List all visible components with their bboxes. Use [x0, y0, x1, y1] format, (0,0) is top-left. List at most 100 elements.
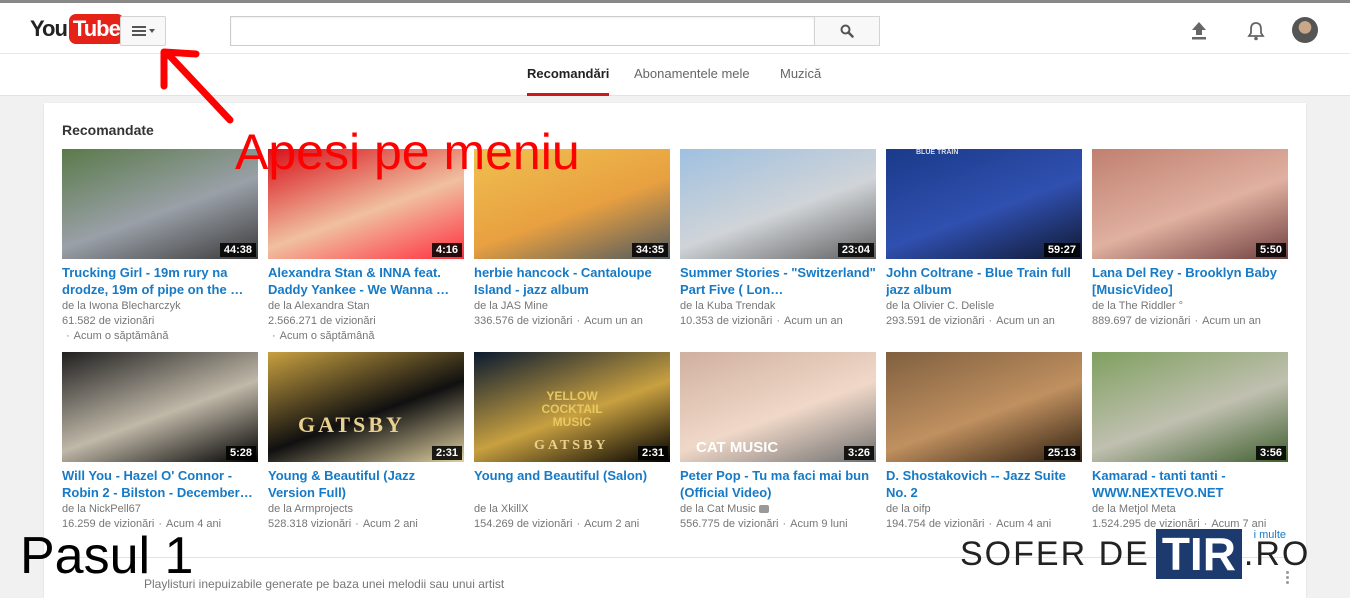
- video-title-link[interactable]: John Coltrane - Blue Train full jazz alb…: [886, 264, 1082, 298]
- video-title-link[interactable]: Summer Stories - "Switzerland" Part Five…: [680, 264, 876, 298]
- video-age: Acum 9 luni: [790, 518, 848, 530]
- thumbnail-overlay-text: GATSBY: [298, 412, 405, 437]
- video-thumbnail[interactable]: 25:13: [886, 352, 1082, 462]
- video-thumbnail[interactable]: 2:31 GATSBY: [268, 352, 464, 462]
- video-channel[interactable]: de la NickPell67: [62, 502, 258, 517]
- video-tile[interactable]: 5:50 Lana Del Rey - Brooklyn Baby [MusicV…: [1092, 149, 1288, 329]
- video-title-link[interactable]: Will You - Hazel O' Connor - Robin 2 - B…: [62, 467, 258, 501]
- video-channel-name[interactable]: de la NickPell67: [62, 503, 141, 515]
- meta-separator: ·: [576, 518, 581, 530]
- video-tile[interactable]: 44:38 Trucking Girl - 19m rury na drodze,…: [62, 149, 258, 344]
- search-button[interactable]: [814, 16, 880, 46]
- video-duration: 44:38: [219, 243, 256, 257]
- video-age: Acum 2 ani: [362, 518, 418, 530]
- video-meta-line2: · Acum o săptămână: [62, 329, 258, 344]
- step-annotation: Pasul 1: [20, 527, 194, 585]
- video-channel-name[interactable]: de la Olivier C. Delisle: [886, 300, 994, 312]
- video-views: 293.591 de vizionări: [886, 315, 985, 327]
- video-thumbnail[interactable]: 3:56: [1092, 352, 1288, 462]
- video-age: Acum un an: [784, 315, 843, 327]
- video-channel-name[interactable]: de la Kuba Trendak: [680, 300, 775, 312]
- video-channel[interactable]: de la Olivier C. Delisle: [886, 299, 1082, 314]
- video-channel-name[interactable]: de la Iwona Blecharczyk: [62, 300, 181, 312]
- hamburger-icon: [131, 26, 146, 36]
- video-thumbnail[interactable]: 2:31 YELLOW COCKTAIL MUSIC GATSBY: [474, 352, 670, 462]
- video-thumbnail[interactable]: 23:04: [680, 149, 876, 259]
- video-age: Acum o săptămână: [73, 330, 169, 342]
- video-meta: 10.353 de vizionări · Acum un an: [680, 314, 876, 329]
- video-channel-name[interactable]: de la Alexandra Stan: [268, 300, 370, 312]
- video-views: 10.353 de vizionări: [680, 315, 773, 327]
- video-title-link[interactable]: D. Shostakovich -- Jazz Suite No. 2: [886, 467, 1082, 501]
- video-title-link[interactable]: Lana Del Rey - Brooklyn Baby [MusicVideo…: [1092, 264, 1288, 298]
- video-channel[interactable]: de la Kuba Trendak: [680, 299, 876, 314]
- video-channel[interactable]: de la Iwona Blecharczyk: [62, 299, 258, 314]
- video-meta-line2: · Acum o săptămână: [268, 329, 464, 344]
- video-tile[interactable]: 25:13 D. Shostakovich -- Jazz Suite No. 2…: [886, 352, 1082, 532]
- video-age: Acum o săptămână: [279, 330, 375, 342]
- video-views: 2.566.271 de vizionări: [268, 315, 376, 327]
- upload-button[interactable]: [1186, 18, 1212, 44]
- video-channel[interactable]: de la Alexandra Stan: [268, 299, 464, 314]
- video-title-link[interactable]: Peter Pop - Tu ma faci mai bun (Official…: [680, 467, 876, 501]
- watermark-box-text: TIR: [1155, 529, 1242, 579]
- video-meta: 556.775 de vizionări · Acum 9 luni: [680, 517, 876, 532]
- video-thumbnail[interactable]: 3:26 CAT MUSIC: [680, 352, 876, 462]
- video-channel[interactable]: de la Armprojects: [268, 502, 464, 517]
- video-channel-name[interactable]: de la Metjol Meta: [1092, 503, 1176, 515]
- video-meta: 61.582 de vizionări: [62, 314, 258, 329]
- next-shelf-description: Playlisturi inepuizabile generate pe baz…: [144, 577, 505, 591]
- video-channel-name[interactable]: de la Armprojects: [268, 503, 353, 515]
- video-thumbnail[interactable]: 59:27 BLUE TRAIN: [886, 149, 1082, 259]
- video-tile[interactable]: 3:56 Kamarad - tanti tanti - WWW.NEXTEVO.…: [1092, 352, 1288, 532]
- video-channel-name[interactable]: de la XkillX: [474, 503, 528, 515]
- video-title-link[interactable]: herbie hancock - Cantaloupe Island - jaz…: [474, 264, 670, 298]
- tab-music[interactable]: Muzică: [780, 54, 821, 96]
- video-views: 154.269 de vizionări: [474, 518, 573, 530]
- section-title: Recomandate: [62, 122, 154, 138]
- video-thumbnail[interactable]: 5:28: [62, 352, 258, 462]
- logo-you-text: You: [30, 16, 68, 41]
- video-thumbnail[interactable]: 44:38: [62, 149, 258, 259]
- meta-separator: ·: [66, 330, 70, 342]
- video-tile[interactable]: 2:31 YELLOW COCKTAIL MUSIC GATSBY Young and…: [474, 352, 670, 532]
- video-duration: 2:31: [431, 446, 462, 460]
- recommended-shelf: Recomandate 44:38 Trucking Girl - 19m rur…: [44, 103, 1306, 598]
- video-title-link[interactable]: Young and Beautiful (Salon): [474, 467, 670, 501]
- video-channel[interactable]: de la JAS Mine: [474, 299, 670, 314]
- video-channel-name[interactable]: de la oifp: [886, 503, 931, 515]
- video-meta: 889.697 de vizionări · Acum un an: [1092, 314, 1288, 329]
- red-arrow-icon: [160, 48, 234, 124]
- video-title-link[interactable]: Alexandra Stan & INNA feat. Daddy Yankee…: [268, 264, 464, 298]
- video-duration: 3:56: [1255, 446, 1286, 460]
- notifications-button[interactable]: [1243, 18, 1269, 44]
- video-meta: 293.591 de vizionări · Acum un an: [886, 314, 1082, 329]
- tab-recommended[interactable]: Recomandări: [527, 54, 610, 96]
- video-tile[interactable]: 5:28 Will You - Hazel O' Connor - Robin 2…: [62, 352, 258, 532]
- search-input[interactable]: [231, 17, 814, 45]
- video-title-link[interactable]: Young & Beautiful (Jazz Version Full): [268, 467, 464, 501]
- meta-separator: ·: [776, 315, 781, 327]
- video-age: Acum un an: [996, 315, 1055, 327]
- video-channel[interactable]: de la oifp: [886, 502, 1082, 517]
- video-channel[interactable]: de la Cat Music: [680, 502, 876, 517]
- video-tile[interactable]: 23:04 Summer Stories - "Switzerland" Part…: [680, 149, 876, 329]
- video-tile[interactable]: 2:31 GATSBY Young & Beautiful (Jazz Versio…: [268, 352, 464, 532]
- tab-subscriptions[interactable]: Abonamentele mele: [634, 54, 750, 96]
- video-tile[interactable]: 3:26 CAT MUSIC Peter Pop - Tu ma faci mai …: [680, 352, 876, 532]
- video-thumbnail[interactable]: 5:50: [1092, 149, 1288, 259]
- video-title-link[interactable]: Trucking Girl - 19m rury na drodze, 19m …: [62, 264, 258, 298]
- thumbnail-overlay-text: GATSBY: [534, 438, 609, 453]
- video-channel[interactable]: de la Metjol Meta: [1092, 502, 1288, 517]
- site-watermark: SOFER DE TIR .RO: [960, 528, 1310, 580]
- video-channel[interactable]: de la The Riddler °: [1092, 299, 1288, 314]
- video-channel[interactable]: de la XkillX: [474, 502, 670, 517]
- video-age: Acum 2 ani: [584, 518, 640, 530]
- video-title-link[interactable]: Kamarad - tanti tanti - WWW.NEXTEVO.NET: [1092, 467, 1288, 501]
- video-views: 889.697 de vizionări: [1092, 315, 1191, 327]
- video-channel-name[interactable]: de la The Riddler °: [1092, 300, 1183, 312]
- account-avatar[interactable]: [1292, 17, 1318, 43]
- video-channel-name[interactable]: de la JAS Mine: [474, 300, 548, 312]
- video-channel-name[interactable]: de la Cat Music: [680, 503, 756, 515]
- video-tile[interactable]: 59:27 BLUE TRAIN John Coltrane - Blue Trai…: [886, 149, 1082, 329]
